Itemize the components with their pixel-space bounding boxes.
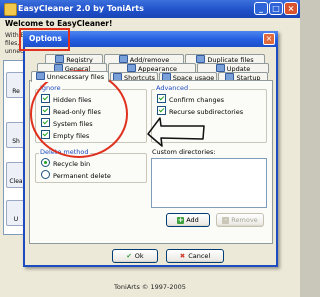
duplicate-files-icon bbox=[196, 55, 206, 63]
add-button-label: Add bbox=[186, 216, 199, 224]
cancel-button-label: Cancel bbox=[188, 252, 211, 260]
hidden-files-checkbox[interactable]: Hidden files bbox=[41, 94, 91, 104]
checkmark-icon: ✔ bbox=[126, 252, 132, 260]
system-files-checkbox[interactable]: System files bbox=[41, 118, 93, 128]
checkbox-label: Confirm changes bbox=[169, 96, 224, 104]
ok-button[interactable]: ✔ Ok bbox=[112, 249, 158, 263]
close-button[interactable]: × bbox=[284, 2, 298, 15]
custom-directories-list[interactable] bbox=[151, 158, 267, 208]
radio-label: Permanent delete bbox=[53, 172, 111, 180]
checkbox-label: Read-only files bbox=[53, 108, 101, 116]
ok-button-label: Ok bbox=[134, 252, 144, 260]
annotation-highlight-box bbox=[19, 28, 70, 51]
minus-icon: - bbox=[222, 217, 230, 224]
dialog-close-button[interactable]: × bbox=[263, 33, 275, 45]
checkbox-label: Recurse subdirectories bbox=[169, 108, 244, 116]
add-remove-icon bbox=[118, 55, 128, 63]
recurse-subdirectories-checkbox[interactable]: Recurse subdirectories bbox=[157, 106, 243, 116]
update-icon bbox=[215, 64, 225, 72]
checkbox-check-icon bbox=[157, 94, 166, 103]
radio-dot-icon bbox=[41, 158, 50, 167]
empty-files-checkbox[interactable]: Empty files bbox=[41, 130, 89, 140]
checkbox-check-icon bbox=[41, 118, 50, 127]
checkbox-check-icon bbox=[157, 106, 166, 115]
checkbox-label: System files bbox=[53, 120, 93, 128]
main-title-bar: EasyCleaner 2.0 by ToniArts _ □ × bbox=[0, 0, 300, 18]
checkbox-check-icon bbox=[41, 106, 50, 115]
footer-copyright: ToniArts © 1997-2005 bbox=[114, 283, 186, 291]
permanent-delete-radio[interactable]: Permanent delete bbox=[41, 170, 111, 180]
cross-icon: ✖ bbox=[179, 252, 186, 260]
plus-icon: + bbox=[177, 216, 185, 224]
welcome-heading: Welcome to EasyCleaner! bbox=[5, 19, 113, 28]
ignore-group-label: Ignore bbox=[39, 84, 62, 92]
registry-icon bbox=[55, 55, 65, 63]
tab-unnecessary-files[interactable]: Unnecessary files bbox=[31, 71, 109, 82]
unnecessary-files-icon bbox=[35, 72, 45, 80]
custom-directories-label: Custom directories: bbox=[152, 148, 216, 156]
remove-button[interactable]: - Remove bbox=[216, 213, 264, 227]
checkbox-check-icon bbox=[41, 94, 50, 103]
checkbox-label: Hidden files bbox=[53, 96, 92, 104]
radio-label: Recycle bin bbox=[53, 160, 91, 168]
advanced-group-label: Advanced bbox=[155, 84, 190, 92]
cancel-button[interactable]: ✖ Cancel bbox=[166, 249, 224, 263]
confirm-changes-checkbox[interactable]: Confirm changes bbox=[157, 94, 224, 104]
maximize-button[interactable]: □ bbox=[269, 2, 283, 15]
app-icon bbox=[4, 3, 17, 16]
recycle-bin-radio[interactable]: Recycle bin bbox=[41, 158, 90, 168]
remove-button-label: Remove bbox=[231, 216, 258, 224]
add-button[interactable]: + Add bbox=[166, 213, 210, 227]
checkbox-check-icon bbox=[41, 130, 50, 139]
tab-label: Unnecessary files bbox=[46, 73, 105, 81]
checkbox-label: Empty files bbox=[53, 132, 90, 140]
minimize-button[interactable]: _ bbox=[254, 2, 268, 15]
read-only-files-checkbox[interactable]: Read-only files bbox=[41, 106, 101, 116]
main-window-title: EasyCleaner 2.0 by ToniArts bbox=[18, 4, 144, 13]
appearance-icon bbox=[126, 64, 136, 72]
delete-method-group-label: Delete method bbox=[39, 148, 90, 156]
radio-dot-icon bbox=[41, 170, 50, 179]
